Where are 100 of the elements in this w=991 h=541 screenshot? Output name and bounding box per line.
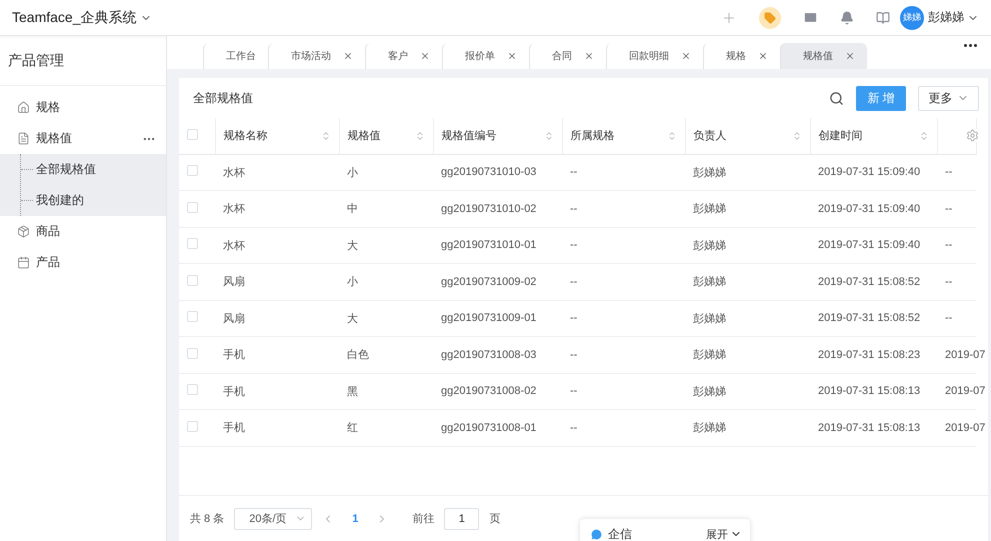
table-cell: 彭娣娣 — [693, 240, 726, 252]
table-cell: 白色 — [347, 349, 369, 362]
table-cell: 彭娣娣 — [693, 349, 726, 362]
page-size-select[interactable]: 20条/页 — [234, 508, 312, 530]
table-cell: 黑 — [347, 386, 358, 398]
table-cell: 彭娣娣 — [693, 166, 726, 179]
table-cell: -- — [570, 239, 578, 252]
sidebar-item[interactable]: 规格 — [0, 92, 166, 123]
sidebar-item[interactable]: 产品 — [0, 247, 166, 278]
sidebar-title: 产品管理 — [0, 36, 166, 86]
table-cell: gg20190731009-01 — [441, 312, 536, 324]
table-cell: 2019-07-31 15:08:23 — [818, 348, 920, 361]
table-cell: 2019-07-31 15:08:52 — [818, 276, 920, 288]
chat-title: 企信 — [608, 526, 633, 541]
table-cell: -- — [945, 276, 952, 288]
table-cell: -- — [570, 348, 578, 361]
table-cell: -- — [570, 422, 578, 434]
document-icon — [17, 132, 30, 145]
user-menu[interactable]: 彭娣娣 — [928, 9, 979, 26]
column-header[interactable]: 规格值编号 — [442, 128, 496, 144]
close-icon[interactable] — [845, 51, 855, 61]
table-cell: 2019-07 — [945, 422, 986, 434]
table-cell: gg20190731010-02 — [441, 202, 536, 215]
app-title-menu[interactable]: Teamface_企典系统 — [12, 8, 152, 26]
table-cell: 彭娣娣 — [693, 203, 726, 216]
table-cell: 水杯 — [223, 166, 245, 179]
table-cell: 2019-07-31 15:09:40 — [818, 239, 920, 252]
table-cell: -- — [570, 276, 578, 288]
row-checkbox[interactable] — [187, 202, 198, 213]
table-cell: 彭娣娣 — [693, 312, 726, 325]
table-cell: 大 — [347, 312, 358, 325]
row-checkbox[interactable] — [187, 384, 198, 396]
row-checkbox[interactable] — [187, 311, 198, 322]
more-icon — [964, 44, 977, 47]
row-checkbox[interactable] — [187, 348, 198, 359]
table-cell: 彭娣娣 — [693, 276, 726, 288]
sort-icon[interactable] — [792, 130, 802, 141]
table-cell: 手机 — [223, 422, 245, 434]
submenu-item[interactable]: 我创建的 — [21, 185, 166, 216]
sort-icon[interactable] — [320, 130, 330, 141]
close-icon[interactable] — [420, 51, 430, 61]
more-dropdown[interactable]: 更多 — [918, 86, 979, 110]
table-cell: -- — [945, 166, 952, 178]
table-cell: -- — [570, 385, 578, 398]
table-cell: gg20190731009-02 — [441, 276, 536, 288]
table-cell: 红 — [347, 422, 358, 434]
tag-button[interactable] — [759, 6, 781, 28]
more-tabs-button[interactable] — [964, 44, 977, 47]
sidebar-item[interactable]: 规格值 — [0, 123, 166, 154]
column-header[interactable]: 规格名称 — [224, 128, 268, 144]
sidebar-item[interactable]: 商品 — [0, 216, 166, 247]
row-checkbox[interactable] — [187, 420, 198, 432]
table-cell: 2019-07-31 15:08:13 — [818, 385, 920, 398]
sort-icon[interactable] — [414, 130, 424, 141]
goto-page-field[interactable]: 1 — [444, 508, 480, 530]
sort-icon[interactable] — [918, 130, 928, 141]
table-cell: gg20190731008-02 — [441, 385, 536, 398]
total-count: 共 8 条 — [190, 512, 224, 526]
column-header[interactable]: 所属规格 — [570, 128, 614, 144]
column-header[interactable]: 创建时间 — [818, 128, 862, 144]
table-cell: 彭娣娣 — [693, 386, 726, 398]
table-cell: 2019-07 — [945, 348, 986, 361]
page-unit-label: 页 — [489, 512, 500, 526]
table-cell: -- — [945, 239, 952, 252]
close-icon[interactable] — [507, 51, 517, 61]
close-icon[interactable] — [584, 51, 594, 61]
table-cell: -- — [570, 312, 578, 324]
select-all-checkbox[interactable] — [187, 128, 198, 140]
table-cell: -- — [570, 202, 578, 215]
column-header[interactable]: 负责人 — [694, 128, 726, 144]
table-cell: 2019-07-31 15:08:13 — [818, 422, 920, 434]
bell-icon — [840, 10, 854, 24]
settings-icon[interactable] — [966, 129, 979, 142]
table-cell: 手机 — [223, 349, 245, 362]
close-icon[interactable] — [681, 51, 691, 61]
table-cell: -- — [570, 166, 578, 178]
table-cell: 彭娣娣 — [693, 422, 726, 434]
close-icon[interactable] — [758, 51, 768, 61]
sort-icon[interactable] — [544, 130, 554, 141]
search-icon[interactable] — [829, 90, 844, 106]
table-cell: 大 — [347, 240, 358, 252]
close-icon[interactable] — [343, 51, 353, 61]
sort-icon[interactable] — [666, 130, 676, 141]
book-icon — [876, 10, 890, 24]
table-cell: -- — [945, 202, 952, 215]
notification-button[interactable] — [840, 10, 854, 24]
tag-icon — [764, 12, 776, 24]
expand-button[interactable]: 展开 — [706, 526, 742, 541]
table-cell: 中 — [347, 203, 358, 216]
table-cell: 风扇 — [223, 276, 245, 288]
row-checkbox[interactable] — [187, 238, 198, 250]
column-header[interactable]: 规格值 — [348, 128, 380, 144]
submenu-item[interactable]: 全部规格值 — [21, 154, 166, 185]
book-button[interactable] — [876, 10, 890, 24]
table-cell: gg20190731008-03 — [441, 348, 536, 361]
table-cell: 风扇 — [223, 312, 245, 325]
row-checkbox[interactable] — [187, 274, 198, 286]
row-checkbox[interactable] — [187, 165, 198, 176]
calendar-icon — [17, 256, 30, 269]
tab[interactable]: 规格值 — [780, 43, 867, 69]
